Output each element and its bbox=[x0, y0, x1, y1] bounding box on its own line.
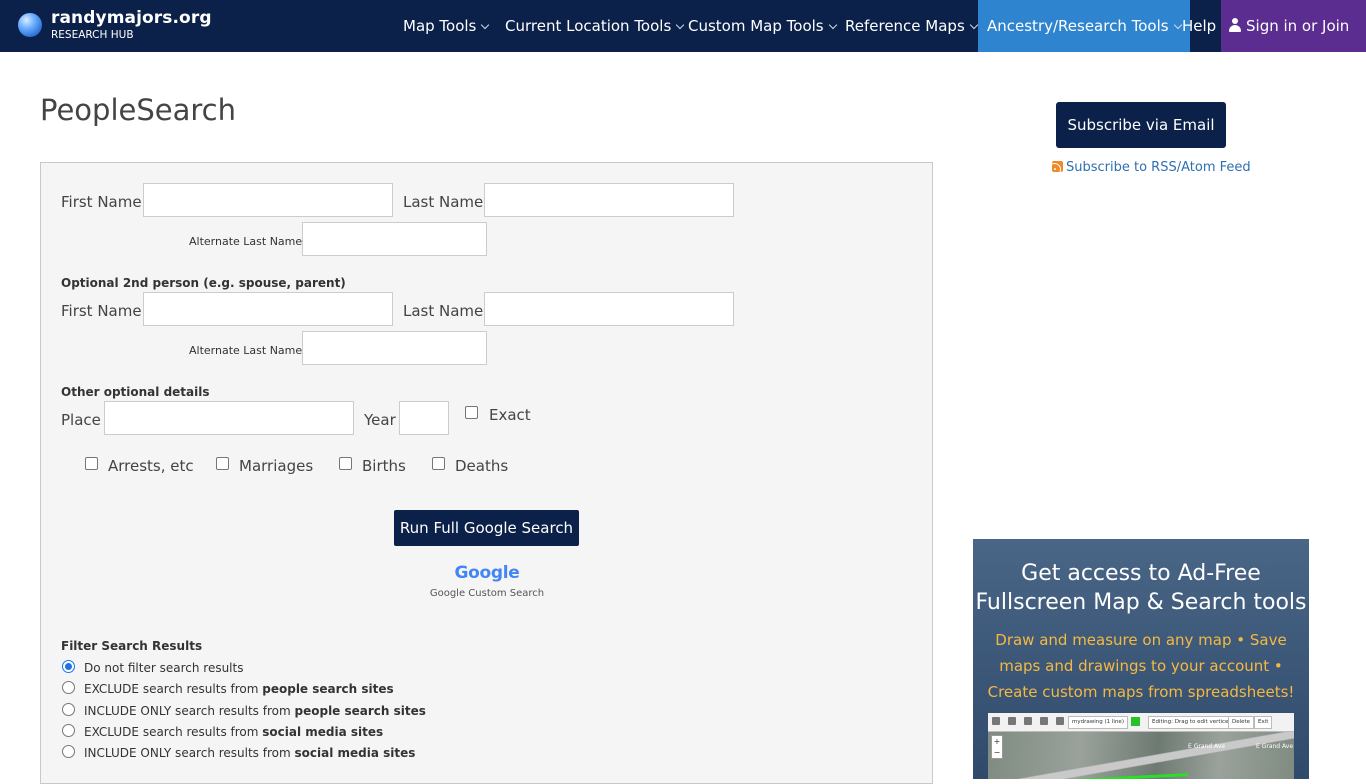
nav-reference-maps[interactable]: Reference Maps bbox=[845, 0, 979, 52]
zoom-in: + bbox=[993, 737, 1001, 746]
nav-sign-in[interactable]: Sign in or Join bbox=[1221, 0, 1366, 52]
nav-label: Reference Maps bbox=[845, 17, 965, 35]
year-input[interactable] bbox=[399, 401, 449, 435]
promo-map-preview bbox=[988, 732, 1294, 779]
filter-option-label: EXCLUDE search results from social media… bbox=[84, 725, 384, 739]
zoom-control: + − bbox=[991, 735, 1003, 759]
road-label: E Grand Ave bbox=[1256, 743, 1294, 750]
second-last-name-input[interactable] bbox=[484, 292, 734, 326]
subscribe-email-button[interactable]: Subscribe via Email bbox=[1056, 102, 1226, 148]
nav-label: Current Location Tools bbox=[505, 17, 672, 35]
rss-icon bbox=[1052, 161, 1063, 172]
nav-label: Map Tools bbox=[403, 17, 477, 35]
chevron-down-icon bbox=[828, 20, 837, 30]
filter-option-label: EXCLUDE search results from people searc… bbox=[84, 682, 394, 696]
place-label: Place bbox=[61, 411, 101, 429]
births-checkbox[interactable] bbox=[339, 457, 352, 470]
filter-radio-none[interactable] bbox=[62, 660, 75, 673]
filter-option-label: INCLUDE ONLY search results from people … bbox=[84, 704, 426, 718]
nav-label: Sign in or Join bbox=[1246, 17, 1350, 35]
filter-section-label: Filter Search Results bbox=[61, 639, 203, 653]
google-logo: Google bbox=[437, 563, 537, 583]
births-label: Births bbox=[362, 457, 406, 475]
promo-title-line: Fullscreen Map & Search tools bbox=[975, 590, 1307, 615]
deaths-label: Deaths bbox=[455, 457, 509, 475]
chevron-down-icon bbox=[969, 20, 979, 30]
trash-icon bbox=[1056, 717, 1064, 725]
chevron-down-icon bbox=[676, 20, 685, 30]
nav-map-tools[interactable]: Map Tools bbox=[403, 0, 490, 52]
second-first-name-label: First Name bbox=[61, 302, 142, 320]
arrests-label: Arrests, etc bbox=[108, 457, 194, 475]
chevron-down-icon bbox=[1173, 20, 1182, 30]
ad-free-promo-banner[interactable]: Get access to Ad-Free Fullscreen Map & S… bbox=[973, 539, 1309, 779]
exit-tab: Exit bbox=[1254, 716, 1273, 729]
nav-custom-map-tools[interactable]: Custom Map Tools bbox=[688, 0, 837, 52]
filter-radio-include-social[interactable] bbox=[62, 745, 75, 758]
place-input[interactable] bbox=[104, 401, 354, 435]
marriages-label: Marriages bbox=[239, 457, 314, 475]
globe-icon bbox=[18, 13, 42, 37]
marriages-checkbox[interactable] bbox=[216, 457, 229, 470]
nav-label: Help bbox=[1182, 17, 1217, 35]
nav-label: Custom Map Tools bbox=[688, 17, 824, 35]
filter-radio-include-people[interactable] bbox=[62, 703, 75, 716]
filter-radio-exclude-social[interactable] bbox=[62, 724, 75, 737]
promo-title-line: Get access to Ad-Free bbox=[1021, 561, 1261, 586]
second-alternate-last-name-input[interactable] bbox=[302, 331, 487, 365]
people-search-form: First Name Last Name Alternate Last Name… bbox=[40, 162, 933, 784]
promo-title: Get access to Ad-Free Fullscreen Map & S… bbox=[973, 559, 1309, 617]
nav-current-location-tools[interactable]: Current Location Tools bbox=[505, 0, 685, 52]
filter-option-label: Do not filter search results bbox=[84, 661, 244, 675]
color-swatch bbox=[1131, 717, 1140, 726]
user-icon bbox=[1229, 18, 1241, 32]
last-name-label: Last Name bbox=[403, 193, 484, 211]
top-navbar: randymajors.org RESEARCH HUB Map Tools C… bbox=[0, 0, 1366, 52]
first-name-input[interactable] bbox=[143, 183, 393, 217]
second-last-name-label: Last Name bbox=[403, 302, 484, 320]
year-label: Year bbox=[364, 411, 396, 429]
edit-hint: Editing: Drag to edit vertices bbox=[1148, 716, 1236, 729]
delete-tab: Delete bbox=[1228, 716, 1255, 729]
first-name-label: First Name bbox=[61, 193, 142, 211]
promo-screenshot-toolbar: mydrawing (1 line) Editing: Drag to edit… bbox=[988, 713, 1294, 732]
zoom-out: − bbox=[993, 748, 1001, 757]
chevron-down-icon bbox=[481, 20, 490, 30]
promo-subtitle: Draw and measure on any map • Save maps … bbox=[987, 631, 1295, 701]
exact-checkbox[interactable] bbox=[465, 406, 478, 419]
brand-name: randymajors.org bbox=[51, 8, 212, 28]
nav-label: Ancestry/Research Tools bbox=[987, 17, 1169, 35]
rss-link-text: Subscribe to RSS/Atom Feed bbox=[1066, 160, 1251, 175]
rss-feed-link[interactable]: Subscribe to RSS/Atom Feed bbox=[1052, 160, 1251, 175]
second-first-name-input[interactable] bbox=[143, 292, 393, 326]
google-custom-search-caption: Google Custom Search bbox=[429, 588, 545, 599]
road-label: E Grand Ave bbox=[1188, 743, 1226, 750]
alternate-last-name-label: Alternate Last Name bbox=[189, 235, 303, 248]
nav-ancestry-research-tools[interactable]: Ancestry/Research Tools bbox=[978, 0, 1190, 52]
deaths-checkbox[interactable] bbox=[432, 457, 445, 470]
filter-radio-exclude-people[interactable] bbox=[62, 681, 75, 694]
line-icon bbox=[1024, 717, 1032, 725]
shape-icon bbox=[1040, 717, 1048, 725]
marker-icon bbox=[1008, 717, 1016, 725]
arrests-checkbox[interactable] bbox=[85, 457, 98, 470]
nav-help[interactable]: Help bbox=[1182, 0, 1216, 52]
brand-subtitle: RESEARCH HUB bbox=[51, 29, 134, 41]
page-title: PeopleSearch bbox=[40, 93, 236, 127]
google-logo-text: Google bbox=[454, 563, 520, 583]
run-google-search-button[interactable]: Run Full Google Search bbox=[394, 510, 579, 546]
alternate-last-name-input[interactable] bbox=[302, 222, 487, 256]
other-details-section-label: Other optional details bbox=[61, 385, 210, 399]
promo-screenshot: mydrawing (1 line) Editing: Drag to edit… bbox=[988, 713, 1294, 779]
hand-icon bbox=[992, 717, 1000, 725]
last-name-input[interactable] bbox=[484, 183, 734, 217]
filter-option-label: INCLUDE ONLY search results from social … bbox=[84, 746, 416, 760]
second-person-section-label: Optional 2nd person (e.g. spouse, parent… bbox=[61, 276, 346, 290]
drawing-name-tab: mydrawing (1 line) bbox=[1068, 716, 1128, 729]
exact-label: Exact bbox=[489, 406, 531, 424]
second-alternate-last-name-label: Alternate Last Name bbox=[189, 344, 303, 357]
